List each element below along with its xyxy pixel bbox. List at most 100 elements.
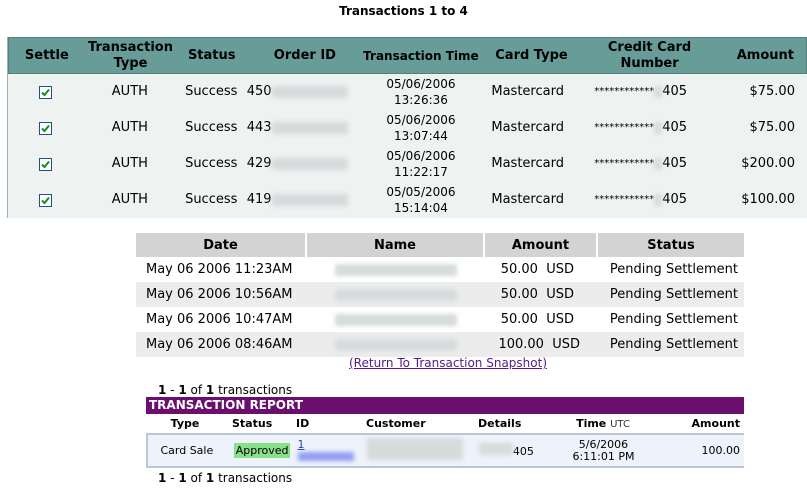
row-status: Pending Settlement [609,262,738,277]
transaction-id-link[interactable]: 1 [297,438,354,464]
col-order-id: Order ID [273,47,336,63]
row-status: Pending Settlement [609,337,738,352]
order-id[interactable]: 419 [247,192,272,208]
settle-checkbox[interactable] [39,121,53,135]
card-type: Mastercard [491,192,564,207]
amount: $200.00 [741,156,795,171]
redacted-digit [654,122,663,134]
transaction-date: 05/06/2006 [386,113,456,127]
transaction-count: 1 - 1 of 1 transactions [158,383,293,397]
row-date: May 06 2006 11:23AM [146,262,293,277]
table-row: AUTH Success 419 05/05/2006 15:14:04 Mast… [8,182,807,218]
table-row: May 06 2006 11:23AM 50.00 USD Pending Se… [136,257,744,282]
redacted-digit [654,158,663,170]
table-row: AUTH Success 443 05/06/2006 13:07:44 Mast… [8,110,807,146]
transaction-date: 05/06/2006 [386,77,456,91]
redacted-name [335,313,457,326]
card-last-digits: 405 [662,84,688,99]
table-row: AUTH Success 429 05/06/2006 11:22:17 Mast… [8,146,807,182]
transactions-title: Transactions 1 to 4 [339,4,468,18]
transaction-time: 13:26:36 [394,93,448,107]
col-amount: Amount [736,47,794,63]
col-type: Type [170,417,200,430]
transaction-date: 05/05/2006 [386,185,456,199]
row-amount: 100.00 [701,444,740,457]
row-currency: USD [552,337,580,352]
report-title: TRANSACTION REPORT [146,397,744,414]
amount: $100.00 [741,192,795,207]
col-transaction-type: Transaction Type [88,39,173,71]
card-type: Mastercard [491,156,564,171]
status-text: Success [185,84,238,99]
col-credit-card-number: Credit Card Number [607,39,692,71]
transaction-date: 05/06/2006 [386,149,456,163]
status-text: Success [185,120,238,135]
transaction-type: AUTH [111,156,148,171]
redacted-id [297,451,354,461]
approved-badge: Approved [233,443,291,458]
settle-checkbox[interactable] [39,85,53,99]
settle-checkbox[interactable] [39,157,53,171]
transaction-time: 11:22:17 [394,165,448,179]
row-status: Pending Settlement [609,312,738,327]
table-header: Type Status ID Customer Details Time UTC… [146,414,744,433]
amount: $75.00 [749,84,795,99]
row-status: Pending Settlement [609,287,738,302]
auth-transactions-table: Settle Transaction Type Status Order ID … [7,37,807,218]
table-row: Card Sale Approved 1 405 5/6/2006 6:11:01… [146,433,744,468]
card-type: Mastercard [491,84,564,99]
card-last-digits: 405 [512,445,534,458]
table-header: Settle Transaction Type Status Order ID … [8,37,807,74]
redacted-order-id [271,158,348,170]
row-time: 6:11:01 PM [572,449,635,463]
col-customer: Customer [366,417,426,430]
redacted-name [335,338,457,351]
row-date: 5/6/2006 [578,437,629,451]
col-details: Details [478,417,522,430]
col-status: Status [598,233,744,257]
card-mask: ************ [594,86,655,97]
col-date: Date [136,233,307,257]
transaction-type: AUTH [111,84,148,99]
row-date: May 06 2006 10:47AM [146,312,293,327]
redacted-name [335,263,457,276]
card-mask: ************ [594,194,655,205]
redacted-customer [367,438,464,460]
row-type: Card Sale [160,444,214,457]
transaction-time: 15:14:04 [394,201,448,215]
transaction-type: AUTH [111,120,148,135]
utc-label: UTC [610,419,630,430]
row-date: May 06 2006 10:56AM [146,287,293,302]
col-card-type: Card Type [495,47,568,63]
return-to-snapshot-link[interactable]: (Return To Transaction Snapshot) [349,357,547,369]
order-id[interactable]: 443 [247,120,272,136]
card-last-digits: 405 [662,156,688,171]
redacted-digit [654,86,663,98]
col-transaction-time: Transaction Time [363,48,479,63]
check-icon [41,160,51,168]
redacted-name [335,288,457,301]
col-settle: Settle [24,47,69,63]
row-currency: USD [546,312,574,327]
check-icon [41,88,51,96]
redacted-order-id [271,194,348,206]
status-text: Success [185,156,238,171]
order-id[interactable]: 450 [247,84,272,100]
row-currency: USD [546,287,574,302]
col-id: ID [296,417,310,430]
check-icon [41,124,51,132]
transaction-report: TRANSACTION REPORT Type Status ID Custom… [146,397,744,468]
pending-settlement-table: Date Name Amount Status May 06 2006 11:2… [136,233,744,357]
row-amount: 50.00 [500,312,538,327]
order-id[interactable]: 429 [247,156,272,172]
row-date: May 06 2006 08:46AM [146,337,293,352]
col-status: Status [232,417,273,430]
redacted-digit [654,194,663,206]
amount: $75.00 [749,120,795,135]
settle-checkbox[interactable] [39,193,53,207]
table-header: Date Name Amount Status [136,233,744,257]
transaction-count-bottom: 1 - 1 of 1 transactions [158,471,293,485]
col-amount: Amount [691,417,740,430]
transaction-type: AUTH [111,192,148,207]
col-status: Status [187,47,236,63]
